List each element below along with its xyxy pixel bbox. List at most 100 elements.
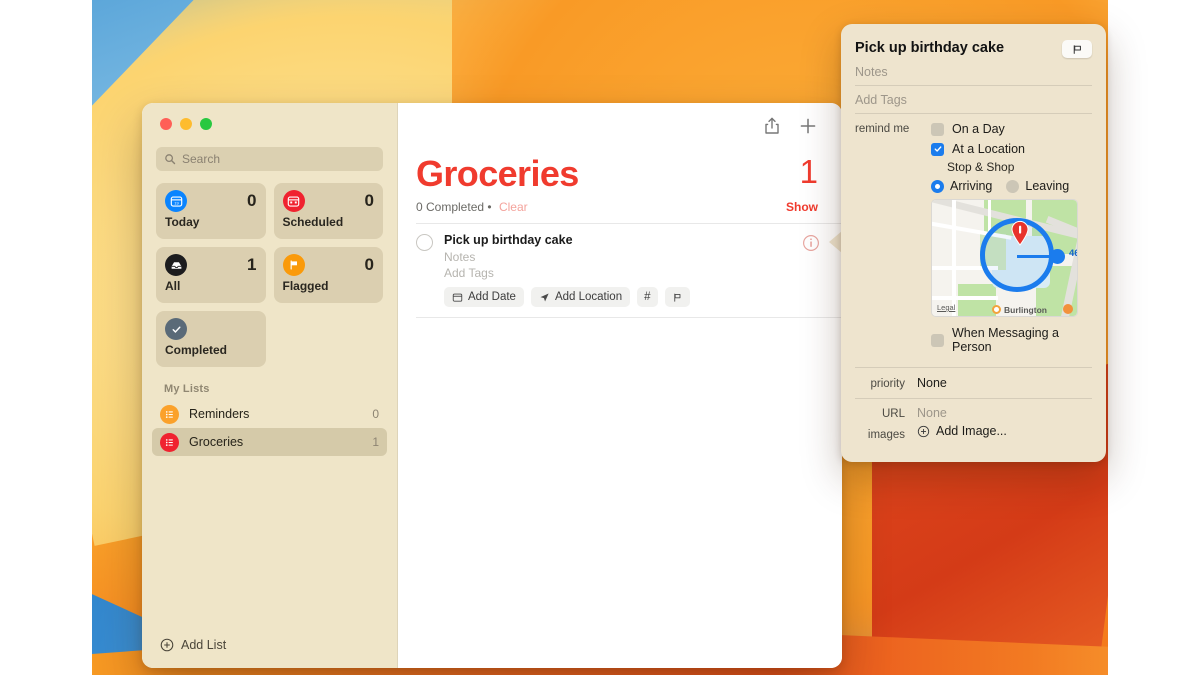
when-messaging-checkbox[interactable]: [931, 333, 944, 347]
hash-icon: #: [644, 291, 651, 303]
list-bullet-icon: [160, 404, 179, 424]
content-toolbar: [398, 103, 842, 149]
location-name[interactable]: Stop & Shop: [947, 160, 1092, 174]
zoom-button[interactable]: [200, 118, 212, 130]
popover-notes-field[interactable]: Notes: [841, 58, 1106, 85]
plus-icon[interactable]: [798, 116, 818, 136]
remind-on-a-day-row[interactable]: remind me On a Day: [855, 122, 1092, 136]
show-completed-button[interactable]: Show: [786, 200, 818, 214]
sidebar: Search 19 0 Today 0 Scheduled 1 All 0 Fl…: [142, 103, 398, 668]
task-complete-checkbox[interactable]: [416, 234, 433, 251]
share-icon[interactable]: [762, 116, 782, 136]
sidebar-list-reminders[interactable]: Reminders 0: [152, 400, 387, 428]
meta-separator: •: [487, 200, 492, 214]
map-legal-link[interactable]: Legal: [937, 303, 955, 312]
calendar-today-icon: 19: [165, 190, 187, 212]
divider-bottom: [416, 317, 842, 318]
popover-title[interactable]: Pick up birthday cake: [855, 40, 1004, 57]
add-list-button[interactable]: Add List: [142, 638, 397, 668]
add-list-label: Add List: [181, 638, 227, 652]
tray-all-icon: [165, 254, 187, 276]
when-messaging-label: When Messaging a Person: [952, 326, 1060, 354]
geofence-radius-bar: [1017, 255, 1053, 258]
smart-list-all[interactable]: 1 All: [156, 247, 266, 303]
sidebar-list-groceries[interactable]: Groceries 1: [152, 428, 387, 456]
map-pin-icon: [1011, 220, 1029, 246]
leaving-radio[interactable]: [1006, 179, 1020, 193]
task-tags-field[interactable]: Add Tags: [444, 266, 842, 280]
location-map[interactable]: 463 fee Legal Burlington: [931, 199, 1078, 317]
smart-list-label: Today: [165, 215, 200, 229]
add-location-chip[interactable]: Add Location: [530, 287, 631, 307]
task-row[interactable]: Pick up birthday cake Notes Add Tags Add…: [398, 224, 842, 317]
svg-text:19: 19: [174, 200, 179, 205]
geofence-radius-handle[interactable]: [1050, 249, 1065, 264]
smart-list-flagged[interactable]: 0 Flagged: [273, 247, 383, 303]
priority-row[interactable]: priority None: [841, 368, 1106, 398]
arrive-leave-row: Arriving Leaving: [931, 179, 1092, 193]
task-notes-field[interactable]: Notes: [444, 250, 842, 264]
add-date-chip[interactable]: Add Date: [444, 287, 524, 307]
popover-flag-button[interactable]: [1062, 40, 1092, 58]
when-messaging-row[interactable]: When Messaging a Person: [931, 326, 1078, 354]
arriving-label: Arriving: [950, 179, 993, 193]
smart-list-completed[interactable]: Completed: [156, 311, 266, 367]
search-input[interactable]: Search: [156, 147, 383, 171]
sidebar-list-label: Reminders: [189, 407, 250, 421]
url-value[interactable]: None: [917, 406, 947, 420]
checkmark-icon: [165, 318, 187, 340]
list-bullet-icon: [160, 432, 179, 452]
page-title: Groceries: [416, 153, 579, 194]
content-pane: Groceries 1 0 Completed • Clear Show Pic…: [398, 103, 842, 668]
list-total-count: 1: [799, 153, 818, 190]
map-poi-label: Burlington: [1004, 305, 1047, 315]
map-poi-icon: [992, 305, 1001, 314]
leaving-label: Leaving: [1025, 179, 1070, 193]
add-tag-chip[interactable]: #: [637, 287, 658, 307]
my-lists-header: My Lists: [164, 383, 210, 395]
on-a-day-label: On a Day: [952, 122, 1005, 136]
reminders-window: Search 19 0 Today 0 Scheduled 1 All 0 Fl…: [142, 103, 842, 668]
at-a-location-checkbox[interactable]: [931, 142, 944, 156]
add-location-label: Add Location: [554, 291, 623, 303]
calendar-scheduled-icon: [282, 190, 305, 212]
url-label: URL: [881, 408, 905, 420]
remind-at-location-row[interactable]: At a Location: [855, 142, 1092, 156]
task-body: Pick up birthday cake Notes Add Tags Add…: [444, 233, 842, 307]
task-title[interactable]: Pick up birthday cake: [444, 233, 842, 247]
close-button[interactable]: [160, 118, 172, 130]
screenshot-root: Search 19 0 Today 0 Scheduled 1 All 0 Fl…: [0, 0, 1200, 675]
add-image-button[interactable]: Add Image...: [917, 424, 1007, 438]
images-row[interactable]: images Add Image...: [841, 422, 1106, 451]
map-park-4: [958, 284, 996, 316]
popover-header: Pick up birthday cake: [841, 24, 1106, 58]
list-meta-row: 0 Completed • Clear Show: [398, 195, 842, 214]
completed-summary: 0 Completed • Clear: [416, 200, 528, 214]
at-a-location-label: At a Location: [952, 142, 1025, 156]
smart-list-count: 0: [364, 255, 374, 274]
smart-list-today[interactable]: 19 0 Today: [156, 183, 266, 239]
smart-list-scheduled[interactable]: 0 Scheduled: [273, 183, 383, 239]
search-placeholder: Search: [182, 152, 221, 166]
flag-icon: [282, 254, 305, 276]
on-a-day-checkbox[interactable]: [931, 122, 944, 136]
smart-list-count: 1: [247, 255, 257, 274]
task-action-chips: Add Date Add Location #: [444, 287, 842, 307]
smart-list-label: All: [165, 279, 181, 293]
flag-outline-icon: [673, 293, 680, 302]
search-icon: [165, 154, 176, 165]
url-row[interactable]: URL None: [841, 399, 1106, 422]
add-date-label: Add Date: [468, 291, 516, 303]
minimize-button[interactable]: [180, 118, 192, 130]
flag-outline-icon: [1073, 44, 1081, 54]
popover-tags-field[interactable]: Add Tags: [841, 86, 1106, 113]
clear-completed-button[interactable]: Clear: [499, 200, 528, 214]
flag-chip[interactable]: [664, 287, 690, 307]
priority-value[interactable]: None: [917, 376, 947, 390]
smart-list-label: Completed: [165, 343, 228, 357]
smart-list-label: Flagged: [282, 279, 329, 293]
plus-circle-icon: [160, 638, 174, 652]
info-circle-icon[interactable]: [802, 234, 820, 252]
arriving-radio[interactable]: [931, 179, 944, 193]
images-label: images: [867, 428, 905, 441]
